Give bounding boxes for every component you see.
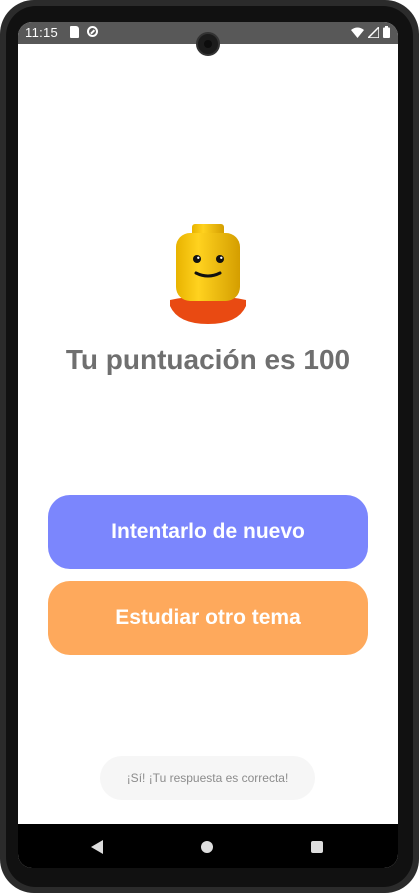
signal-icon bbox=[368, 26, 379, 38]
toast-message: ¡Sí! ¡Tu respuesta es correcta! bbox=[100, 756, 315, 800]
home-icon[interactable] bbox=[201, 841, 213, 853]
status-icons-left bbox=[70, 26, 98, 38]
recents-icon[interactable] bbox=[311, 841, 323, 853]
battery-icon bbox=[383, 26, 390, 38]
study-other-topic-label: Estudiar otro tema bbox=[115, 606, 301, 629]
front-camera bbox=[196, 32, 220, 56]
score-text: Tu puntuación es 100 bbox=[65, 344, 351, 375]
wifi-icon bbox=[351, 27, 364, 38]
sd-card-icon bbox=[70, 26, 79, 38]
screen: 11:15 Tu puntuación es 100 Intentarlo de… bbox=[18, 22, 398, 868]
study-other-topic-button[interactable]: Estudiar otro tema bbox=[48, 581, 368, 655]
toast-text: ¡Sí! ¡Tu respuesta es correcta! bbox=[126, 771, 289, 785]
back-icon[interactable] bbox=[91, 840, 103, 854]
navigation-bar bbox=[18, 824, 398, 868]
status-time: 11:15 bbox=[25, 25, 59, 40]
retry-button[interactable]: Intentarlo de nuevo bbox=[48, 495, 368, 569]
do-not-disturb-icon bbox=[87, 26, 98, 37]
device-frame: 11:15 Tu puntuación es 100 Intentarlo de… bbox=[0, 0, 419, 893]
lego-head-icon bbox=[170, 224, 246, 324]
retry-button-label: Intentarlo de nuevo bbox=[111, 520, 305, 543]
status-icons-right bbox=[351, 26, 390, 38]
